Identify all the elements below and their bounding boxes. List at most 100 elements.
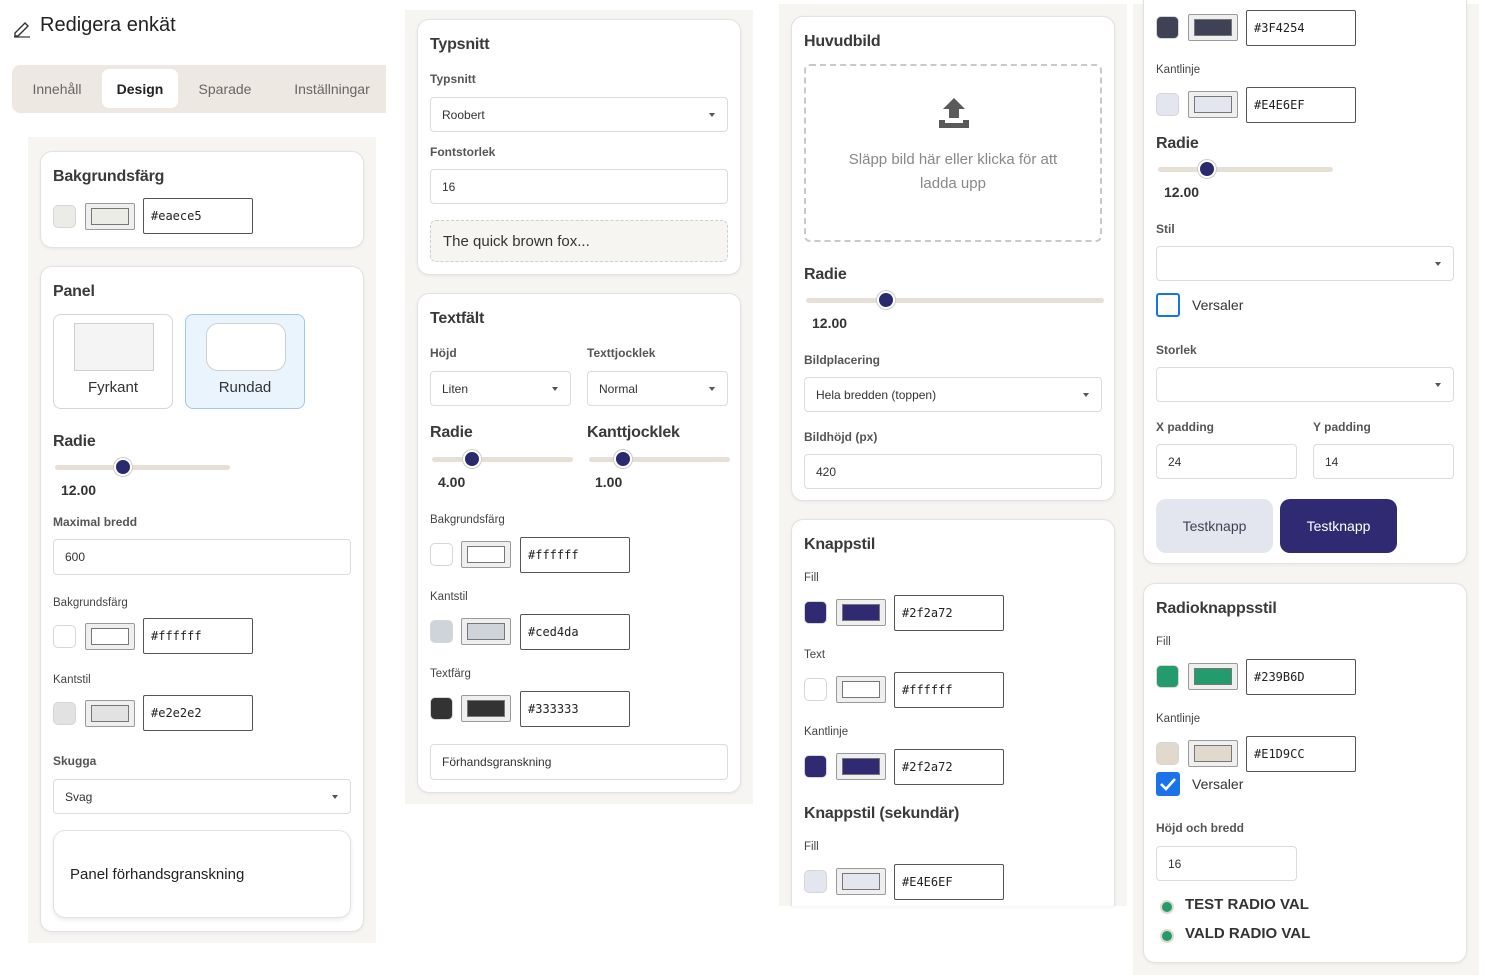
color-picker[interactable] bbox=[836, 868, 886, 895]
color-swatch[interactable] bbox=[430, 543, 453, 566]
font-size-input[interactable]: 16 bbox=[430, 169, 728, 204]
radius-slider-thumb[interactable] bbox=[1198, 160, 1216, 178]
radius-label: Radie bbox=[1156, 135, 1199, 152]
hex-input[interactable]: #2f2a72 bbox=[894, 595, 1004, 631]
color-swatch[interactable] bbox=[1156, 16, 1179, 39]
color-picker[interactable] bbox=[1188, 91, 1238, 118]
text-weight-select[interactable]: Normal bbox=[587, 371, 728, 406]
color-swatch[interactable] bbox=[804, 678, 827, 701]
hex-input[interactable]: #239B6D bbox=[1246, 659, 1356, 695]
hex-input[interactable]: #ffffff bbox=[143, 618, 253, 654]
size-label: Höjd och bredd bbox=[1156, 821, 1244, 835]
page-header: Redigera enkät bbox=[12, 14, 312, 40]
shape-option-square[interactable]: Fyrkant bbox=[53, 314, 173, 409]
radius-slider-track[interactable] bbox=[55, 465, 230, 470]
radius-slider-thumb[interactable] bbox=[114, 458, 132, 476]
max-width-input[interactable]: 600 bbox=[53, 539, 351, 575]
color-picker[interactable] bbox=[1188, 14, 1238, 41]
panel-preview-text: Panel förhandsgranskning bbox=[70, 866, 245, 883]
hex-input[interactable]: #ffffff bbox=[894, 672, 1004, 708]
card-title: Bakgrundsfärg bbox=[53, 168, 165, 185]
bg-color-label: Bakgrundsfärg bbox=[430, 514, 505, 526]
hex-input[interactable]: #ced4da bbox=[520, 614, 630, 650]
image-height-input[interactable]: 420 bbox=[804, 454, 1102, 489]
radio-option[interactable]: VALD RADIO VAL bbox=[1160, 925, 1410, 945]
radio-option-label: VALD RADIO VAL bbox=[1185, 925, 1311, 942]
color-picker[interactable] bbox=[85, 203, 135, 230]
color-picker[interactable] bbox=[461, 541, 511, 568]
color-picker[interactable] bbox=[461, 618, 511, 645]
size-select[interactable] bbox=[1156, 367, 1454, 402]
color-picker[interactable] bbox=[836, 599, 886, 626]
border-style-label: Kantstil bbox=[53, 674, 91, 686]
font-size-label: Fontstorlek bbox=[430, 145, 496, 159]
color-picker[interactable] bbox=[836, 753, 886, 780]
hex-input[interactable]: #e2e2e2 bbox=[143, 695, 253, 731]
color-picker[interactable] bbox=[1188, 740, 1238, 767]
placement-select[interactable]: Hela bredden (toppen) bbox=[804, 377, 1102, 412]
size-input[interactable]: 16 bbox=[1156, 846, 1297, 881]
chevron-down-icon bbox=[332, 795, 338, 799]
checkmark-icon bbox=[1160, 778, 1176, 791]
border-style-label: Kantstil bbox=[430, 591, 468, 603]
color-swatch[interactable] bbox=[53, 702, 76, 725]
color-picker[interactable] bbox=[85, 700, 135, 727]
hex-input[interactable]: #E4E6EF bbox=[894, 864, 1004, 900]
color-picker[interactable] bbox=[1188, 663, 1238, 690]
card-title: Typsnitt bbox=[430, 36, 490, 53]
border-width-slider-track[interactable] bbox=[589, 457, 730, 462]
border-label: Kantlinje bbox=[804, 726, 849, 738]
color-swatch[interactable] bbox=[430, 697, 453, 720]
color-swatch[interactable] bbox=[1156, 93, 1179, 116]
style-select[interactable] bbox=[1156, 246, 1454, 281]
radius-slider-thumb[interactable] bbox=[877, 291, 895, 309]
textfield-preview-input[interactable]: Förhandsgranskning bbox=[430, 744, 728, 780]
color-swatch[interactable] bbox=[804, 870, 827, 893]
radius-slider-track[interactable] bbox=[806, 298, 1104, 303]
hex-input[interactable]: #2f2a72 bbox=[894, 749, 1004, 785]
y-padding-input[interactable]: 14 bbox=[1313, 444, 1454, 479]
chevron-down-icon bbox=[709, 113, 715, 117]
shape-option-rounded[interactable]: Rundad bbox=[185, 314, 305, 409]
card-title: Panel bbox=[53, 283, 95, 300]
color-swatch[interactable] bbox=[1156, 665, 1179, 688]
radius-slider-thumb[interactable] bbox=[463, 450, 481, 468]
radius-slider-track[interactable] bbox=[1158, 167, 1333, 172]
radius-slider-track[interactable] bbox=[432, 457, 573, 462]
tab-innehall[interactable]: Innehåll bbox=[20, 69, 94, 108]
color-swatch[interactable] bbox=[804, 755, 827, 778]
hex-input[interactable]: #E4E6EF bbox=[1246, 87, 1356, 123]
shadow-select[interactable]: Svag bbox=[53, 779, 351, 814]
color-swatch[interactable] bbox=[430, 620, 453, 643]
color-picker[interactable] bbox=[461, 695, 511, 722]
hex-input[interactable]: #ffffff bbox=[520, 537, 630, 573]
secondary-button-card-continued: #3F4254 Kantlinje #E4E6EF Radie 12.00 St… bbox=[1143, 0, 1467, 564]
color-picker[interactable] bbox=[836, 676, 886, 703]
tab-design[interactable]: Design bbox=[102, 69, 178, 108]
radius-label: Radie bbox=[53, 433, 96, 450]
radio-option[interactable]: TEST RADIO VAL bbox=[1160, 896, 1410, 916]
color-swatch[interactable] bbox=[1156, 742, 1179, 765]
hex-input[interactable]: #E1D9CC bbox=[1246, 736, 1356, 772]
x-padding-label: X padding bbox=[1156, 420, 1214, 434]
test-button-primary[interactable]: Testknapp bbox=[1280, 499, 1397, 553]
color-picker[interactable] bbox=[85, 623, 135, 650]
color-swatch[interactable] bbox=[53, 205, 76, 228]
card-title: Knappstil bbox=[804, 536, 876, 553]
hex-input[interactable]: #3F4254 bbox=[1246, 10, 1356, 46]
max-width-label: Maximal bredd bbox=[53, 515, 138, 529]
uppercase-checkbox[interactable] bbox=[1156, 772, 1180, 796]
uppercase-checkbox[interactable] bbox=[1156, 293, 1180, 317]
font-select[interactable]: Roobert bbox=[430, 97, 728, 132]
border-width-slider-thumb[interactable] bbox=[614, 450, 632, 468]
hex-input[interactable]: #eaece5 bbox=[143, 198, 253, 234]
tab-installningar[interactable]: Inställningar bbox=[282, 69, 382, 108]
test-button-secondary[interactable]: Testknapp bbox=[1156, 499, 1273, 553]
image-drop-zone[interactable]: Släpp bild här eller klicka för att ladd… bbox=[804, 64, 1102, 242]
color-swatch[interactable] bbox=[804, 601, 827, 624]
tab-sparade[interactable]: Sparade bbox=[188, 69, 262, 108]
x-padding-input[interactable]: 24 bbox=[1156, 444, 1297, 479]
color-swatch[interactable] bbox=[53, 625, 76, 648]
height-select[interactable]: Liten bbox=[430, 371, 571, 406]
hex-input[interactable]: #333333 bbox=[520, 691, 630, 727]
